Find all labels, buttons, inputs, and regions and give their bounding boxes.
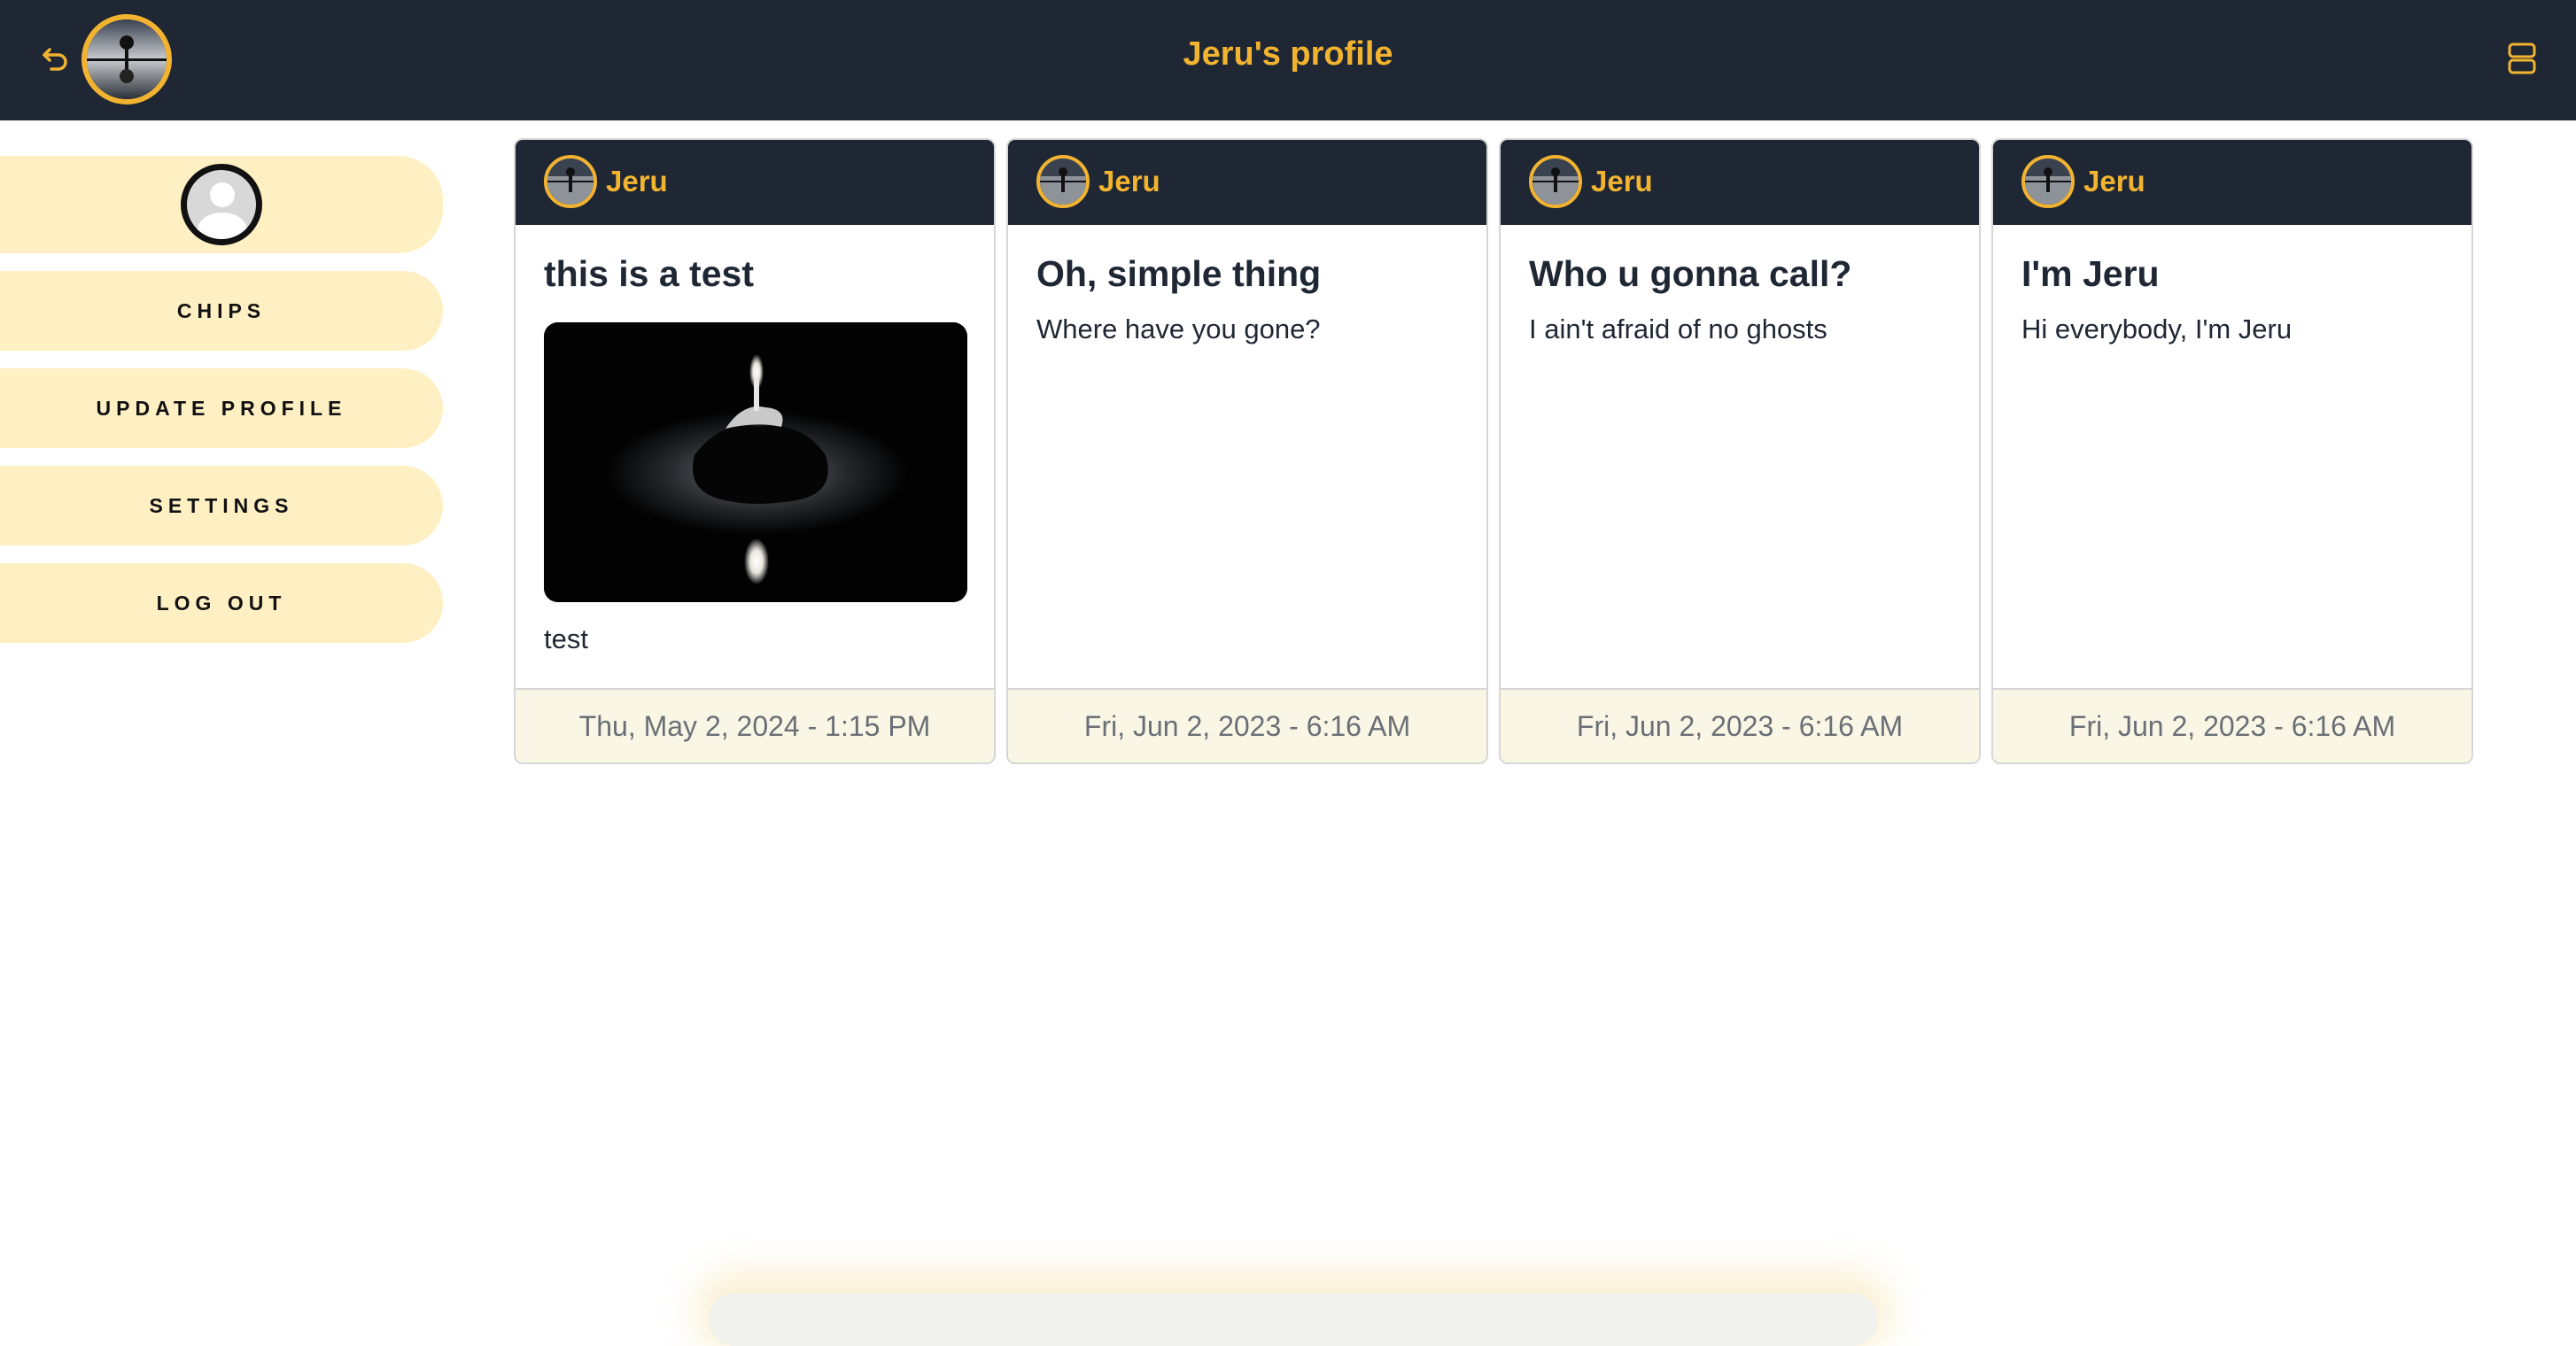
post-card[interactable]: Jeru Oh, simple thing Where have you gon…	[1006, 138, 1488, 764]
default-user-icon	[181, 164, 262, 245]
top-app-bar: Jeru's profile	[0, 0, 2576, 120]
author-avatar[interactable]	[544, 155, 597, 208]
sidebar-item-label: SETTINGS	[149, 493, 294, 517]
post-card-header: Jeru	[1993, 140, 2471, 225]
post-card[interactable]: Jeru I'm Jeru Hi everybody, I'm Jeru Fri…	[1991, 138, 2473, 764]
post-title: Who u gonna call?	[1529, 253, 1852, 294]
post-card-header: Jeru	[1008, 140, 1486, 225]
bottom-bar[interactable]	[709, 1293, 1878, 1346]
sidebar-avatar-item[interactable]	[0, 156, 443, 253]
post-image[interactable]	[544, 322, 967, 602]
sidebar-item-log-out[interactable]: LOG OUT	[0, 563, 443, 643]
post-card-header: Jeru	[516, 140, 994, 225]
post-date: Fri, Jun 2, 2023 - 6:16 AM	[1501, 688, 1979, 762]
post-author[interactable]: Jeru	[1098, 165, 1160, 198]
post-title: Oh, simple thing	[1036, 253, 1322, 294]
sidebar-item-chips[interactable]: CHIPS	[0, 271, 443, 351]
sidebar-item-label: CHIPS	[176, 298, 267, 322]
post-date: Fri, Jun 2, 2023 - 6:16 AM	[1993, 688, 2471, 762]
post-title: I'm Jeru	[2021, 253, 2160, 294]
post-author[interactable]: Jeru	[1591, 165, 1653, 198]
post-date: Thu, May 2, 2024 - 1:15 PM	[516, 688, 994, 762]
post-card[interactable]: Jeru this is a test test Thu, May 2, 202…	[514, 138, 996, 764]
sidebar-item-settings[interactable]: SETTINGS	[0, 466, 443, 545]
sidebar-item-label: LOG OUT	[156, 591, 287, 615]
post-title: this is a test	[544, 253, 754, 294]
sidebar-item-update-profile[interactable]: UPDATE PROFILE	[0, 368, 443, 448]
post-body: test	[544, 623, 588, 654]
post-author[interactable]: Jeru	[606, 165, 668, 198]
post-card[interactable]: Jeru Who u gonna call? I ain't afraid of…	[1499, 138, 1981, 764]
layout-rows-icon[interactable]	[2507, 41, 2537, 76]
page-title: Jeru's profile	[1183, 35, 1393, 73]
post-body: Where have you gone?	[1036, 313, 1321, 344]
author-avatar[interactable]	[1036, 155, 1090, 208]
post-card-header: Jeru	[1501, 140, 1979, 225]
post-author[interactable]: Jeru	[2083, 165, 2145, 198]
post-body: I ain't afraid of no ghosts	[1529, 313, 1827, 344]
post-body: Hi everybody, I'm Jeru	[2021, 313, 2293, 344]
sidebar-item-label: UPDATE PROFILE	[96, 396, 347, 420]
author-avatar[interactable]	[2021, 155, 2075, 208]
author-avatar[interactable]	[1529, 155, 1582, 208]
post-date: Fri, Jun 2, 2023 - 6:16 AM	[1008, 688, 1486, 762]
